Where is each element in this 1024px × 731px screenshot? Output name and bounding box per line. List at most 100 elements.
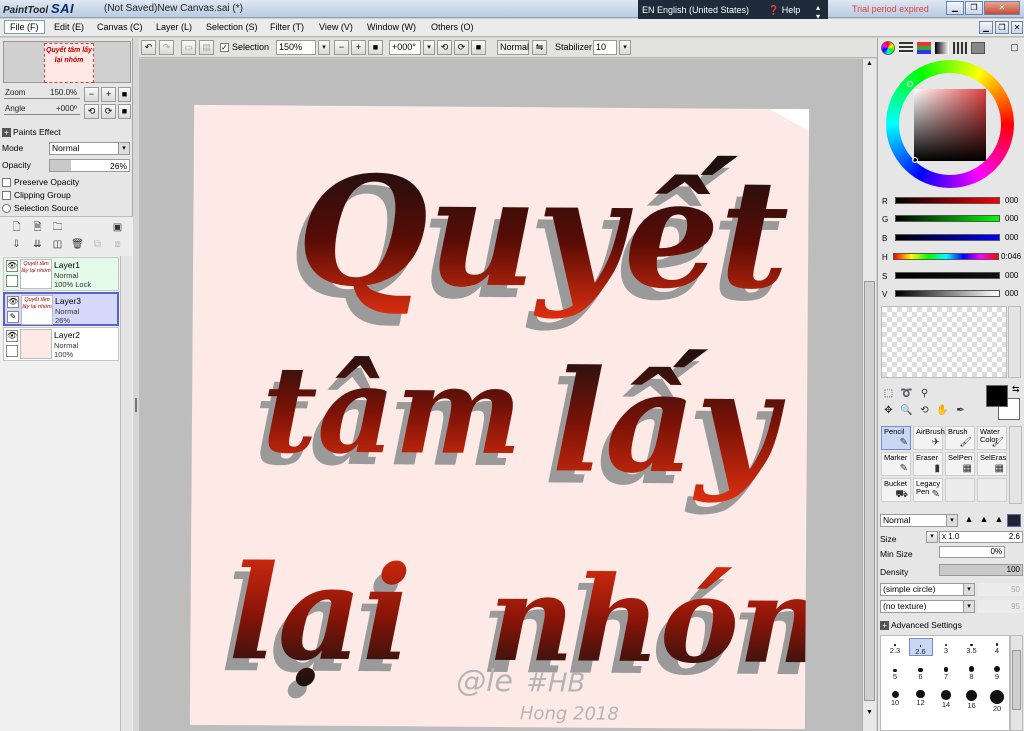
doc-close-button[interactable]: ✕	[1011, 21, 1023, 34]
mask-icon[interactable]: ▣	[111, 221, 124, 234]
invert-selection-icon[interactable]: ▤	[199, 40, 214, 55]
nav-zoom-in-icon[interactable]: +	[101, 87, 116, 102]
transfer-down-icon[interactable]: ⇩	[10, 238, 23, 251]
tool-empty-slot[interactable]	[977, 478, 1007, 502]
menu-others[interactable]: Others (O)	[431, 22, 474, 32]
nav-zoom-reset-icon[interactable]: ■	[118, 87, 131, 102]
brush-size-preset[interactable]: 9	[985, 664, 1009, 682]
size-dropdown-icon[interactable]: ▾	[926, 531, 938, 543]
tool-bucket[interactable]: Bucket ⛟	[881, 478, 911, 502]
scratchpad-tab-icon[interactable]	[971, 42, 985, 54]
layer-item-layer1[interactable]: 👁 Quyết tâm lấy lại nhóm Layer1 Normal 1…	[3, 257, 119, 291]
doc-restore-button[interactable]: ❐	[995, 21, 1009, 34]
brush-texture-select[interactable]: (no texture) ▾	[880, 600, 975, 613]
size-grid-scrollbar[interactable]	[1010, 635, 1023, 731]
g-slider[interactable]	[895, 215, 1000, 222]
menu-window[interactable]: Window (W)	[367, 22, 416, 32]
canvas-paper[interactable]: Quyết Quyết tâm tâm lấy lấy lại lại nhóm…	[189, 104, 862, 730]
h-slider[interactable]	[893, 253, 999, 260]
hsv-sliders-tab-icon[interactable]	[917, 42, 931, 54]
flip-icon[interactable]: ⇋	[532, 40, 547, 55]
hue-marker[interactable]	[907, 81, 913, 87]
zoom-in-icon[interactable]: +	[351, 40, 366, 55]
deselect-icon[interactable]: ▭	[181, 40, 196, 55]
b-slider[interactable]	[895, 234, 1000, 241]
stabilizer-field[interactable]: 10	[593, 40, 617, 55]
swap-colors-icon[interactable]: ⇆	[1012, 384, 1020, 395]
nav-rotate-left-icon[interactable]: ⟲	[84, 104, 99, 119]
scroll-up-icon[interactable]: ▲	[865, 60, 874, 70]
scroll-thumb[interactable]	[1012, 650, 1021, 710]
min-size-slider[interactable]: 0%	[939, 546, 1005, 558]
navigator-preview[interactable]: Quyết tâm lấy lại nhóm	[3, 41, 131, 83]
clipping-group-checkbox[interactable]: Clipping Group	[2, 190, 71, 201]
brush-size-preset[interactable]: 14	[934, 690, 958, 709]
tool-seleras[interactable]: SelEras ▦	[977, 452, 1007, 476]
menu-edit[interactable]: Edit (E)	[54, 22, 84, 32]
nav-rotate-right-icon[interactable]: ⟳	[101, 104, 116, 119]
new-layer-icon[interactable]: 🗋	[10, 221, 23, 234]
apply-mask-icon[interactable]: ⧉	[91, 238, 104, 251]
scratchpad-scrollbar[interactable]	[1008, 306, 1021, 378]
mode-select[interactable]: Normal ▾	[49, 142, 130, 155]
doc-minimize-button[interactable]: ▁	[979, 21, 993, 34]
brush-size-preset[interactable]: 4	[985, 638, 1009, 656]
menu-file[interactable]: File (F)	[4, 20, 45, 34]
radio-icon[interactable]	[2, 204, 11, 214]
nav-rotate-reset-icon[interactable]: ■	[118, 104, 131, 119]
brush-size-preset[interactable]: 2.6	[908, 638, 933, 656]
hand-icon[interactable]: ✋	[936, 404, 949, 417]
pencil-icon[interactable]: ✎	[7, 311, 19, 323]
tool-selpen[interactable]: SelPen ▦	[945, 452, 975, 476]
checkbox-icon[interactable]	[2, 191, 11, 201]
rotate-left-icon[interactable]: ⟲	[437, 40, 452, 55]
menu-layer[interactable]: Layer (L)	[156, 22, 192, 32]
density-slider[interactable]: 100	[939, 564, 1023, 576]
brush-shape-strength[interactable]: 50	[978, 583, 1023, 596]
new-linework-layer-icon[interactable]: 🗎	[31, 221, 44, 234]
zoom-slider[interactable]	[4, 98, 80, 99]
eye-icon[interactable]: 👁	[7, 296, 19, 308]
menu-canvas[interactable]: Canvas (C)	[97, 22, 143, 32]
menu-filter[interactable]: Filter (T)	[270, 22, 304, 32]
brush-size-preset[interactable]: 3.5	[960, 638, 984, 656]
checkbox-icon[interactable]: ✓	[220, 43, 229, 53]
checkbox-icon[interactable]	[2, 178, 11, 188]
brush-size-preset[interactable]: 10	[883, 690, 907, 708]
brush-size-preset[interactable]: 6	[909, 664, 933, 682]
advanced-settings-header[interactable]: + Advanced Settings	[880, 620, 962, 630]
brush-size-preset[interactable]: 8	[960, 664, 984, 682]
zoom-field[interactable]: 150%	[276, 40, 316, 55]
undo-icon[interactable]: ↶	[141, 40, 156, 55]
s-slider[interactable]	[895, 272, 1000, 279]
blend-mode-field[interactable]: Normal	[497, 40, 529, 55]
tool-marker[interactable]: Marker ✎	[881, 452, 911, 476]
color-sv-square[interactable]	[914, 89, 986, 161]
primary-color-swatch[interactable]	[986, 385, 1008, 407]
tool-brush[interactable]: Brush 🖌	[945, 426, 975, 450]
edge-medium-icon[interactable]: ▲	[977, 514, 991, 527]
tool-airbrush[interactable]: AirBrush ✈	[913, 426, 945, 450]
stabilizer-dropdown-icon[interactable]: ▾	[619, 40, 631, 55]
angle-slider[interactable]	[4, 114, 80, 115]
swatches-tab-icon[interactable]	[953, 42, 967, 54]
edge-soft-icon[interactable]: ▲	[962, 514, 976, 527]
zoom-out-icon[interactable]: −	[334, 40, 349, 55]
rotate-reset-icon[interactable]: ■	[471, 40, 486, 55]
redo-icon[interactable]: ↷	[159, 40, 174, 55]
brush-size-preset[interactable]: 7	[934, 664, 958, 682]
scroll-down-icon[interactable]: ▼	[865, 709, 874, 719]
paints-effect-header[interactable]: + Paints Effect	[2, 127, 61, 137]
layer-list-scrollbar[interactable]	[120, 256, 132, 731]
zoom-reset-icon[interactable]: ■	[368, 40, 383, 55]
delete-layer-icon[interactable]: 🗑	[71, 238, 84, 251]
menu-selection[interactable]: Selection (S)	[206, 22, 258, 32]
eye-icon[interactable]: 👁	[6, 330, 18, 342]
brush-size-preset[interactable]: 12	[909, 690, 933, 708]
language-label[interactable]: EN English (United States)	[642, 5, 749, 15]
r-slider[interactable]	[895, 197, 1000, 204]
tool-watercolor[interactable]: Water Color 🖌	[977, 426, 1007, 450]
layer-item-layer2[interactable]: 👁 Layer2 Normal 100%	[3, 327, 119, 361]
panel-options-icon[interactable]: ▢	[1008, 42, 1021, 54]
zoom-dropdown-icon[interactable]: ▾	[318, 40, 330, 55]
